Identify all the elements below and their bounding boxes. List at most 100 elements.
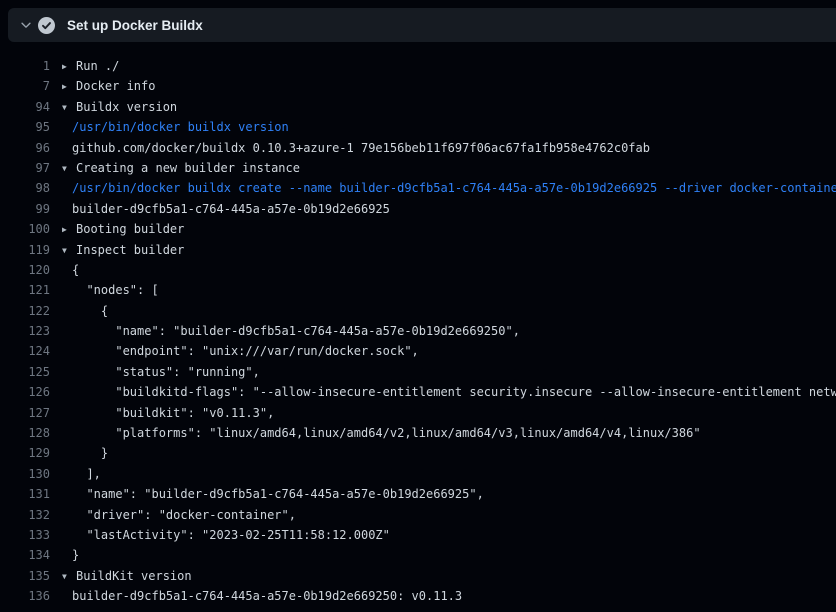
output-text: "platforms": "linux/amd64,linux/amd64/v2… <box>62 423 836 443</box>
step-header[interactable]: Set up Docker Buildx <box>8 8 836 42</box>
log-line: 1 ▶Run ./ <box>0 56 836 76</box>
line-number[interactable]: 120 <box>0 260 50 280</box>
caret-down-icon: ▼ <box>62 567 76 586</box>
line-number[interactable]: 99 <box>0 199 50 219</box>
log-group-toggle[interactable]: ▶Run ./ <box>62 56 836 76</box>
line-number[interactable]: 96 <box>0 138 50 158</box>
command-text: /usr/bin/docker buildx create --name bui… <box>62 178 836 198</box>
line-number[interactable]: 121 <box>0 280 50 300</box>
group-title: Docker info <box>76 79 155 93</box>
line-number[interactable]: 128 <box>0 423 50 443</box>
output-text: } <box>62 443 836 463</box>
log-line: 97 ▼Creating a new builder instance <box>0 158 836 178</box>
log-line: 94 ▼Buildx version <box>0 97 836 117</box>
line-number[interactable]: 133 <box>0 525 50 545</box>
log-group-toggle[interactable]: ▼BuildKit version <box>62 566 836 586</box>
line-number[interactable]: 123 <box>0 321 50 341</box>
line-number[interactable]: 132 <box>0 505 50 525</box>
output-text: { <box>62 301 836 321</box>
caret-down-icon: ▼ <box>62 98 76 117</box>
log-group-toggle[interactable]: ▶Booting builder <box>62 219 836 239</box>
output-text: builder-d9cfb5a1-c764-445a-a57e-0b19d2e6… <box>62 199 836 219</box>
log-line: 131 "name": "builder-d9cfb5a1-c764-445a-… <box>0 484 836 504</box>
log-line: 98/usr/bin/docker buildx create --name b… <box>0 178 836 198</box>
output-text: "endpoint": "unix:///var/run/docker.sock… <box>62 341 836 361</box>
check-circle-icon <box>38 17 55 34</box>
line-number[interactable]: 94 <box>0 97 50 117</box>
log-group-toggle[interactable]: ▼Inspect builder <box>62 240 836 260</box>
line-number[interactable]: 135 <box>0 566 50 586</box>
group-title: BuildKit version <box>76 569 192 583</box>
step-title: Set up Docker Buildx <box>67 18 203 33</box>
group-title: Booting builder <box>76 222 184 236</box>
log-line: 100 ▶Booting builder <box>0 219 836 239</box>
line-number[interactable]: 127 <box>0 403 50 423</box>
log-line: 119 ▼Inspect builder <box>0 240 836 260</box>
output-text: "name": "builder-d9cfb5a1-c764-445a-a57e… <box>62 484 836 504</box>
output-text: "nodes": [ <box>62 280 836 300</box>
log-line: 95/usr/bin/docker buildx version <box>0 117 836 137</box>
log-line: 122 { <box>0 301 836 321</box>
group-title: Creating a new builder instance <box>76 161 300 175</box>
output-text: "buildkitd-flags": "--allow-insecure-ent… <box>62 382 836 402</box>
group-title: Inspect builder <box>76 243 184 257</box>
line-number[interactable]: 134 <box>0 545 50 565</box>
output-text: builder-d9cfb5a1-c764-445a-a57e-0b19d2e6… <box>62 586 836 606</box>
log-line: 99 builder-d9cfb5a1-c764-445a-a57e-0b19d2… <box>0 199 836 219</box>
log-line: 121 "nodes": [ <box>0 280 836 300</box>
output-text: "driver": "docker-container", <box>62 505 836 525</box>
output-text: "buildkit": "v0.11.3", <box>62 403 836 423</box>
log-group-toggle[interactable]: ▶Docker info <box>62 76 836 96</box>
log-line: 128 "platforms": "linux/amd64,linux/amd6… <box>0 423 836 443</box>
line-number[interactable]: 131 <box>0 484 50 504</box>
line-number[interactable]: 130 <box>0 464 50 484</box>
log-group-toggle[interactable]: ▼Creating a new builder instance <box>62 158 836 178</box>
line-number[interactable]: 124 <box>0 341 50 361</box>
caret-down-icon: ▼ <box>62 241 76 260</box>
line-number[interactable]: 1 <box>0 56 50 76</box>
line-number[interactable]: 126 <box>0 382 50 402</box>
line-number[interactable]: 122 <box>0 301 50 321</box>
caret-right-icon: ▶ <box>62 57 76 76</box>
log-line: 96 github.com/docker/buildx 0.10.3+azure-… <box>0 138 836 158</box>
log-line: 124 "endpoint": "unix:///var/run/docker.… <box>0 341 836 361</box>
line-number[interactable]: 125 <box>0 362 50 382</box>
caret-down-icon: ▼ <box>62 159 76 178</box>
log-line: 126 "buildkitd-flags": "--allow-insecure… <box>0 382 836 402</box>
actions-log-viewer: Set up Docker Buildx 1▶Run ./7▶Docker in… <box>0 8 836 607</box>
log-line: 135 ▼BuildKit version <box>0 566 836 586</box>
output-text: "name": "builder-d9cfb5a1-c764-445a-a57e… <box>62 321 836 341</box>
line-number[interactable]: 7 <box>0 76 50 96</box>
line-number[interactable]: 129 <box>0 443 50 463</box>
log-line: 127 "buildkit": "v0.11.3", <box>0 403 836 423</box>
log-line: 136 builder-d9cfb5a1-c764-445a-a57e-0b19d… <box>0 586 836 606</box>
log-line: 125 "status": "running", <box>0 362 836 382</box>
log-line: 129 } <box>0 443 836 463</box>
command-text: /usr/bin/docker buildx version <box>62 117 836 137</box>
line-number[interactable]: 95 <box>0 117 50 137</box>
log-lines: 1▶Run ./7▶Docker info94▼Buildx version95… <box>0 42 836 607</box>
log-line: 123 "name": "builder-d9cfb5a1-c764-445a-… <box>0 321 836 341</box>
log-line: 120 { <box>0 260 836 280</box>
line-number[interactable]: 98 <box>0 178 50 198</box>
output-text: } <box>62 545 836 565</box>
line-number[interactable]: 119 <box>0 240 50 260</box>
output-text: "lastActivity": "2023-02-25T11:58:12.000… <box>62 525 836 545</box>
output-text: "status": "running", <box>62 362 836 382</box>
caret-right-icon: ▶ <box>62 220 76 239</box>
group-title: Buildx version <box>76 100 177 114</box>
output-text: github.com/docker/buildx 0.10.3+azure-1 … <box>62 138 836 158</box>
log-line: 134} <box>0 545 836 565</box>
log-line: 132 "driver": "docker-container", <box>0 505 836 525</box>
chevron-down-icon[interactable] <box>14 13 38 37</box>
group-title: Run ./ <box>76 59 119 73</box>
caret-right-icon: ▶ <box>62 77 76 96</box>
log-line: 133 "lastActivity": "2023-02-25T11:58:12… <box>0 525 836 545</box>
output-text: ], <box>62 464 836 484</box>
log-line: 130 ], <box>0 464 836 484</box>
line-number[interactable]: 100 <box>0 219 50 239</box>
log-group-toggle[interactable]: ▼Buildx version <box>62 97 836 117</box>
line-number[interactable]: 97 <box>0 158 50 178</box>
output-text: { <box>62 260 836 280</box>
line-number[interactable]: 136 <box>0 586 50 606</box>
